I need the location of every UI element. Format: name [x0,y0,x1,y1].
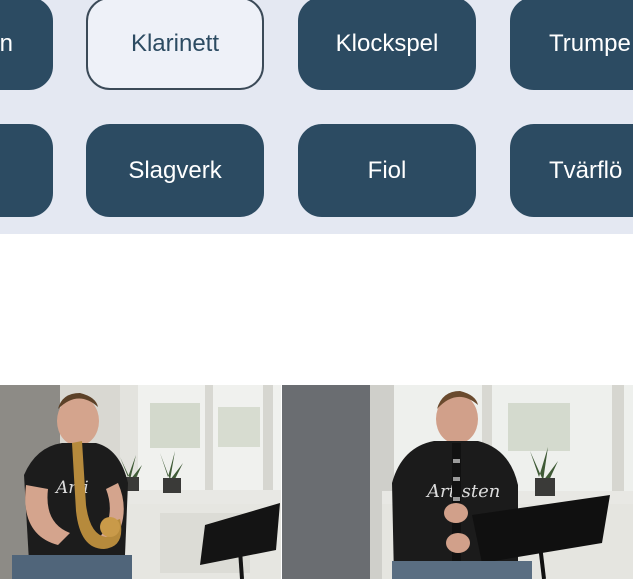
instrument-button-1[interactable]: n [0,0,53,90]
clarinet-photo[interactable]: Artisten [282,385,633,579]
shirt-logo: Artisten [425,481,500,502]
instrument-selector: n Klarinett Klockspel Trumpe Slagverk Fi… [0,0,633,234]
instrument-button-klarinett[interactable]: Klarinett [86,0,264,90]
instrument-button-klockspel[interactable]: Klockspel [298,0,476,90]
instrument-label: n [0,29,13,57]
saxophone-photo-image: Arti [0,385,281,579]
instrument-label: Klarinett [130,29,220,57]
instrument-label: Klockspel [335,29,439,57]
saxophone-photo[interactable]: Arti [0,385,281,579]
instrument-label: Slagverk [128,156,222,184]
clarinet-photo-image: Artisten [282,385,633,579]
instrument-label: Tvärflö [549,156,623,184]
instrument-label: Fiol [367,156,407,184]
instrument-button-5[interactable] [0,124,53,217]
instrument-label: Trumpe [549,29,631,57]
instrument-photo-gallery: Arti Artisten [0,385,633,579]
instrument-button-fiol[interactable]: Fiol [298,124,476,217]
instrument-button-trumpet[interactable]: Trumpe [510,0,633,90]
instrument-button-tvarflojt[interactable]: Tvärflö [510,124,633,217]
instrument-button-slagverk[interactable]: Slagverk [86,124,264,217]
